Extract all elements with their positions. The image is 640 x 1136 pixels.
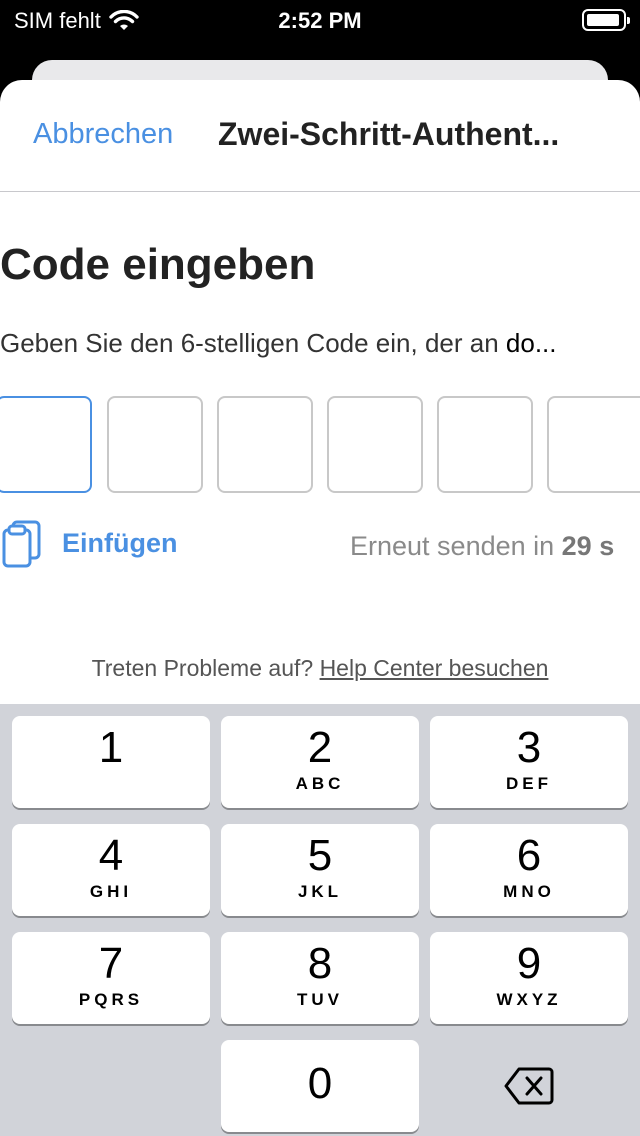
instruction-target: do...: [505, 328, 557, 358]
key-letters: ABC: [295, 774, 345, 793]
key-digit: 4: [98, 831, 124, 880]
backspace-icon: [504, 1067, 554, 1105]
code-digit-5[interactable]: [437, 396, 533, 493]
key-0[interactable]: 0: [221, 1040, 419, 1132]
help-prefix: Treten Probleme auf?: [91, 655, 320, 681]
key-9[interactable]: 9 WXYZ: [430, 932, 628, 1024]
key-letters: TUV: [297, 990, 343, 1009]
delete-key[interactable]: [430, 1040, 628, 1132]
paste-label: Einfügen: [62, 527, 178, 558]
code-digit-1[interactable]: [0, 396, 92, 493]
battery-icon: [582, 9, 630, 31]
key-letters: MNO: [503, 882, 555, 901]
clipboard-icon: [2, 520, 41, 568]
page-title: Code eingeben: [0, 240, 316, 289]
key-digit: 5: [307, 831, 333, 880]
key-digit: 2: [307, 723, 333, 772]
resend-prefix: Erneut senden in: [350, 531, 562, 561]
code-digit-4[interactable]: [327, 396, 423, 493]
key-digit: 3: [516, 723, 542, 772]
code-digit-3[interactable]: [217, 396, 313, 493]
key-1[interactable]: 1: [12, 716, 210, 808]
key-digit: 7: [98, 939, 124, 988]
status-time: 2:52 PM: [278, 8, 362, 33]
help-text: Treten Probleme auf? Help Center besuche…: [0, 655, 640, 682]
numeric-keypad: 1 2 ABC 3 DEF 4 GHI 5 JKL 6 MNO 7 PQRS 8…: [0, 704, 640, 1136]
key-letters: PQRS: [78, 990, 144, 1009]
nav-bar: Abbrechen Zwei-Schritt-Authent...: [0, 80, 640, 192]
code-digit-6[interactable]: [547, 396, 640, 493]
code-digit-2[interactable]: [107, 396, 203, 493]
key-digit: 0: [307, 1059, 333, 1108]
key-letters: JKL: [297, 882, 343, 901]
key-5[interactable]: 5 JKL: [221, 824, 419, 916]
nav-title: Zwei-Schritt-Authent...: [218, 116, 560, 152]
key-2[interactable]: 2 ABC: [221, 716, 419, 808]
key-letters: DEF: [506, 774, 552, 793]
key-3[interactable]: 3 DEF: [430, 716, 628, 808]
resend-seconds: 29 s: [561, 531, 615, 561]
key-letters: WXYZ: [496, 990, 562, 1009]
cancel-button[interactable]: Abbrechen: [33, 118, 173, 151]
key-digit: 9: [516, 939, 542, 988]
key-letters: GHI: [89, 882, 133, 901]
key-6[interactable]: 6 MNO: [430, 824, 628, 916]
status-bar: SIM fehlt 2:52 PM: [0, 0, 640, 40]
instruction-text: Geben Sie den 6-stelligen Code ein, der …: [0, 328, 634, 359]
instruction-prefix: Geben Sie den 6-stelligen Code ein, der …: [0, 328, 506, 358]
key-7[interactable]: 7 PQRS: [12, 932, 210, 1024]
key-digit: 6: [516, 831, 542, 880]
key-8[interactable]: 8 TUV: [221, 932, 419, 1024]
key-digit: 1: [98, 723, 124, 772]
key-digit: 8: [307, 939, 333, 988]
resend-countdown: Erneut senden in 29 s: [350, 531, 614, 562]
paste-button[interactable]: Einfügen: [0, 518, 178, 568]
help-center-link[interactable]: Help Center besuchen: [320, 655, 549, 681]
key-4[interactable]: 4 GHI: [12, 824, 210, 916]
